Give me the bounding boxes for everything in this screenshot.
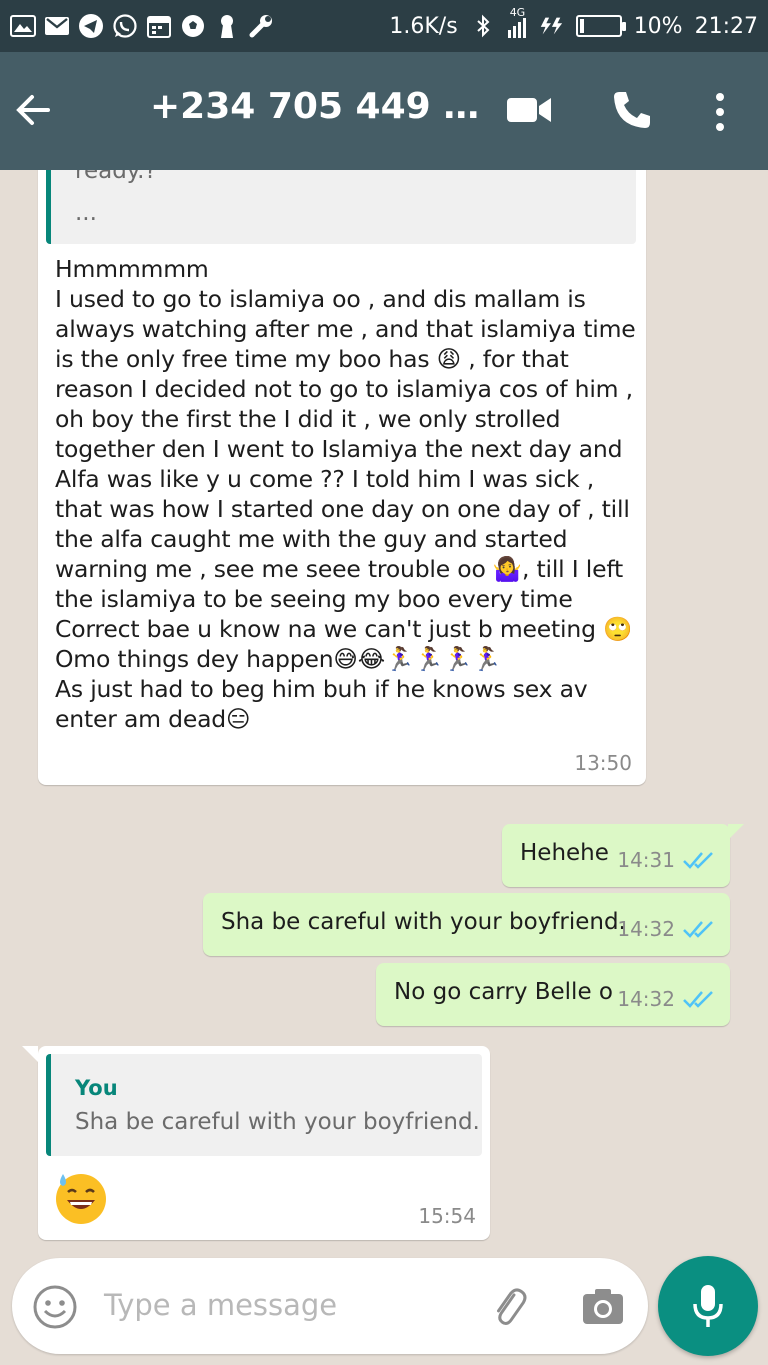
emoji-button[interactable] [32,1284,78,1330]
wrench-icon [248,13,274,39]
more-vert-icon [716,93,724,131]
message-text: Sha be careful with your boyfriend. [221,909,626,935]
network-speed: 1.6K/s [389,13,458,39]
message-text: Hmmmmmm I used to go to islamiya oo , an… [55,255,636,733]
signal-icon: 4G [507,6,526,38]
back-button[interactable] [14,90,54,130]
whatsapp-icon [112,13,138,39]
arrow-back-icon [16,95,50,125]
read-ticks-icon [683,991,713,1008]
video-call-icon [507,98,551,122]
compose-bar[interactable]: Type a message [12,1258,648,1354]
outgoing-message[interactable]: Hehehe 14:31 [502,824,744,887]
clock: 21:27 [694,13,758,39]
message-time: 15:54 [418,1204,476,1228]
attach-button[interactable] [486,1284,532,1330]
video-call-button[interactable] [505,92,553,128]
telegram-icon [78,13,104,39]
status-bar: 1.6K/s 4G 10% 21:27 [0,0,768,52]
charging-icon [538,13,564,39]
battery-icon [575,15,626,37]
message-list[interactable]: ready.? ... Hmmmmmm I used to go to isla… [0,170,768,1250]
quote-ellipsis: ... [75,200,97,226]
message-time: 13:50 [574,751,632,775]
message-input[interactable]: Type a message [104,1288,337,1322]
battery-percent: 10% [633,13,683,39]
quoted-message[interactable]: You Sha be careful with your boyfriend. [46,1054,482,1156]
emoji-icon [33,1285,77,1329]
more-options-button[interactable] [708,90,732,134]
gallery-icon [10,13,36,39]
keyhole-icon [214,13,240,39]
network-type-label: 4G [509,6,526,19]
gmail-icon [44,13,70,39]
quote-text: Sha be careful with your boyfriend. [75,1109,480,1135]
camera-icon [583,1289,623,1324]
calendar-icon [146,13,172,39]
outgoing-message[interactable]: No go carry Belle o 14:32 [376,963,730,1026]
message-time: 14:32 [617,987,675,1011]
status-right: 1.6K/s 4G 10% 21:27 [389,6,758,39]
sweat-smile-emoji-icon [56,1174,106,1224]
chat-header: +234 705 449 76... [0,52,768,170]
mic-icon [693,1285,723,1327]
incoming-message[interactable]: You Sha be careful with your boyfriend. … [22,1046,490,1240]
camera-button[interactable] [580,1284,626,1330]
phone-icon [614,92,650,128]
message-time: 14:31 [617,848,675,872]
football-icon [180,13,206,39]
contact-title[interactable]: +234 705 449 76... [150,86,480,127]
read-ticks-icon [683,921,713,938]
notification-icons [10,13,274,39]
incoming-message[interactable]: ready.? ... Hmmmmmm I used to go to isla… [38,170,646,785]
voice-call-button[interactable] [610,88,654,132]
message-time: 14:32 [617,917,675,941]
message-text: Hehehe [520,840,609,866]
quoted-message[interactable]: ready.? ... [46,170,636,244]
bluetooth-icon [470,13,496,39]
quote-text: ready.? [75,170,157,184]
outgoing-message[interactable]: Sha be careful with your boyfriend. 14:3… [203,893,730,956]
quote-author: You [75,1076,118,1100]
paperclip-icon [497,1288,527,1326]
read-ticks-icon [683,852,713,869]
mic-button[interactable] [658,1256,758,1356]
message-text: No go carry Belle o [394,979,613,1005]
